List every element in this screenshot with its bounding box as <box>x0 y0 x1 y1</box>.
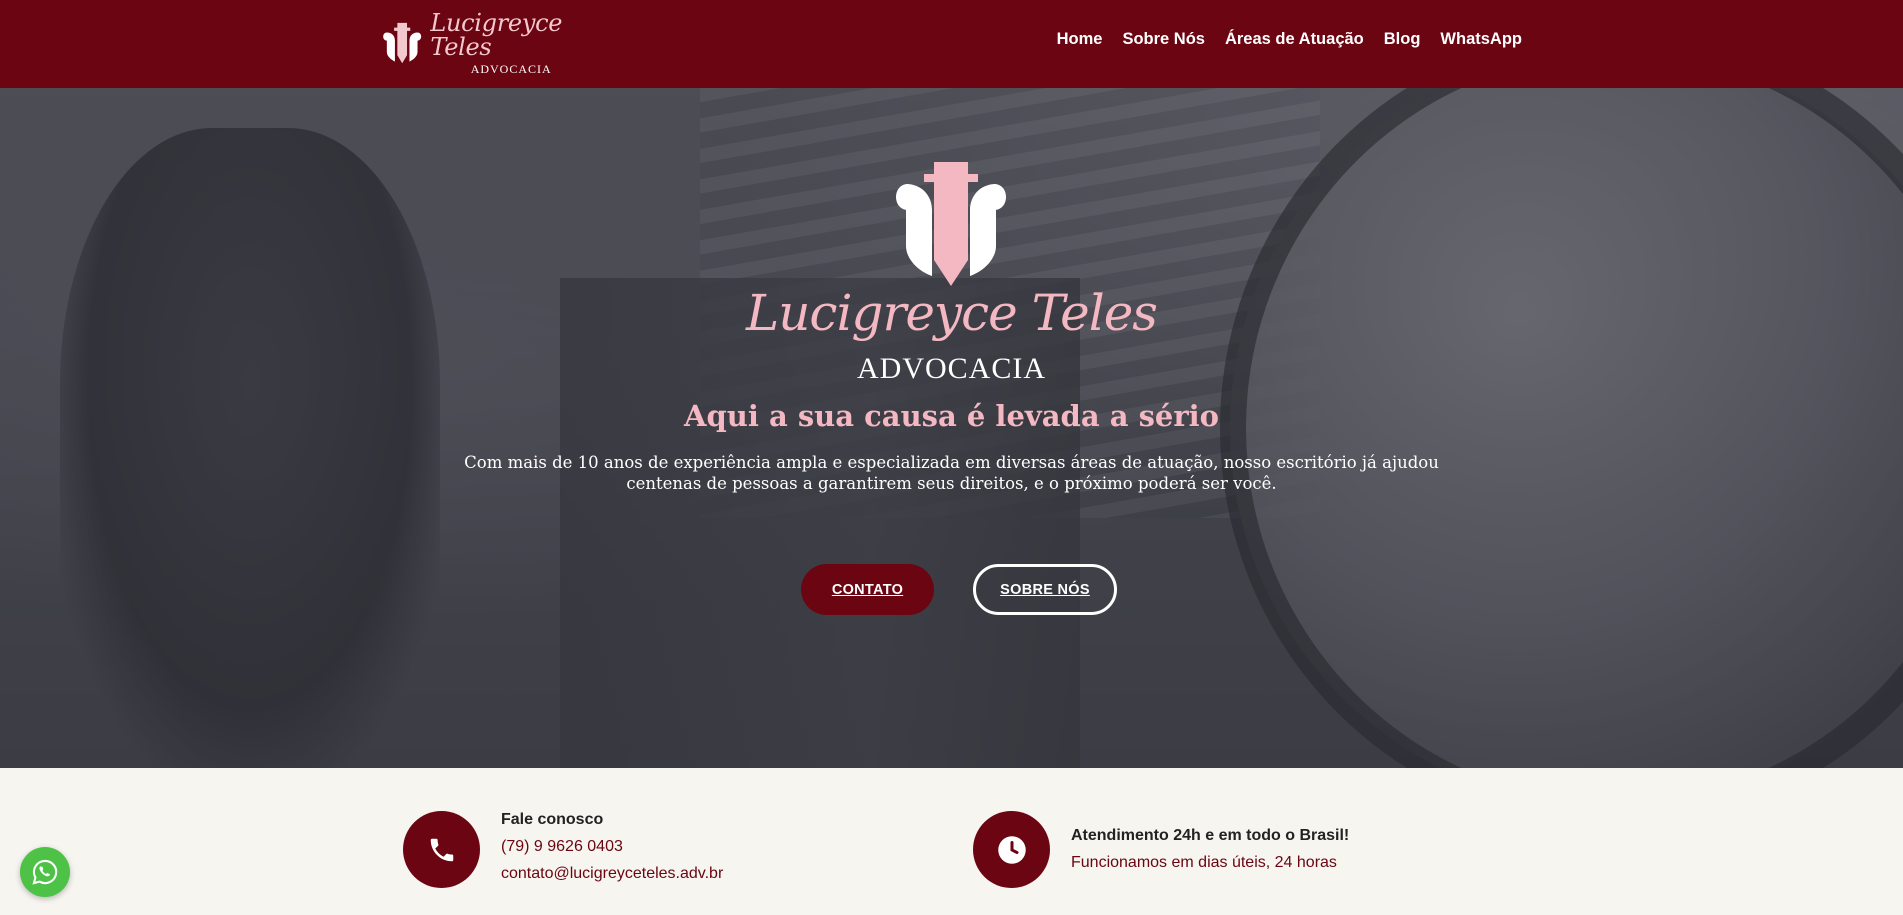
whatsapp-icon <box>32 859 58 885</box>
contact-title: Fale conosco <box>501 811 604 828</box>
contact-text: Fale conosco (79) 9 9626 0403 contato@lu… <box>501 811 723 888</box>
hours-block: Atendimento 24h e em todo o Brasil! Func… <box>973 811 1349 888</box>
hours-title: Atendimento 24h e em todo o Brasil! <box>1071 827 1350 844</box>
brand-subtitle: ADVOCACIA <box>470 62 552 76</box>
info-band: Fale conosco (79) 9 9626 0403 contato@lu… <box>0 768 1903 915</box>
brand-text: Lucigreyce Teles ADVOCACIA <box>430 11 592 75</box>
hero-title: Aqui a sua causa é levada a sério <box>683 399 1220 433</box>
contato-button[interactable]: CONTATO <box>801 564 934 615</box>
clock-icon-circle <box>973 811 1050 888</box>
hero-description: Com mais de 10 anos de experiência ampla… <box>464 453 1439 493</box>
hours-text: Atendimento 24h e em todo o Brasil! Func… <box>1071 811 1349 888</box>
hero-pillar-logo-icon <box>896 162 1006 286</box>
pillar-logo-icon <box>383 22 422 64</box>
sobre-nos-button[interactable]: SOBRE NÓS <box>973 564 1117 615</box>
phone-icon <box>430 838 453 861</box>
phone-icon-circle <box>403 811 480 888</box>
nav-blog[interactable]: Blog <box>1384 30 1421 49</box>
hero-content: Lucigreyce Teles ADVOCACIA Aqui a sua ca… <box>0 88 1903 768</box>
nav-whatsapp[interactable]: WhatsApp <box>1440 30 1522 49</box>
hero-section: Lucigreyce Teles ADVOCACIA Aqui a sua ca… <box>0 88 1903 768</box>
site-header: Lucigreyce Teles ADVOCACIA Home Sobre Nó… <box>0 0 1903 88</box>
main-nav: Home Sobre Nós Áreas de Atuação Blog Wha… <box>1057 30 1522 49</box>
nav-sobre-nos[interactable]: Sobre Nós <box>1122 30 1205 49</box>
hours-subtitle: Funcionamos em dias úteis, 24 horas <box>1071 854 1337 871</box>
hero-brand-subtitle: ADVOCACIA <box>857 352 1046 385</box>
nav-home[interactable]: Home <box>1057 30 1103 49</box>
nav-areas-atuacao[interactable]: Áreas de Atuação <box>1225 30 1364 49</box>
clock-icon <box>997 835 1026 864</box>
contact-phone-link[interactable]: (79) 9 9626 0403 <box>501 838 723 856</box>
brand-name: Lucigreyce Teles <box>430 9 563 61</box>
whatsapp-float-button[interactable] <box>20 847 70 897</box>
hero-brand-name: Lucigreyce Teles <box>746 284 1158 342</box>
contact-email-link[interactable]: contato@lucigreyceteles.adv.br <box>501 865 723 883</box>
brand-logo[interactable]: Lucigreyce Teles ADVOCACIA <box>382 11 592 75</box>
contact-block: Fale conosco (79) 9 9626 0403 contato@lu… <box>403 811 723 888</box>
